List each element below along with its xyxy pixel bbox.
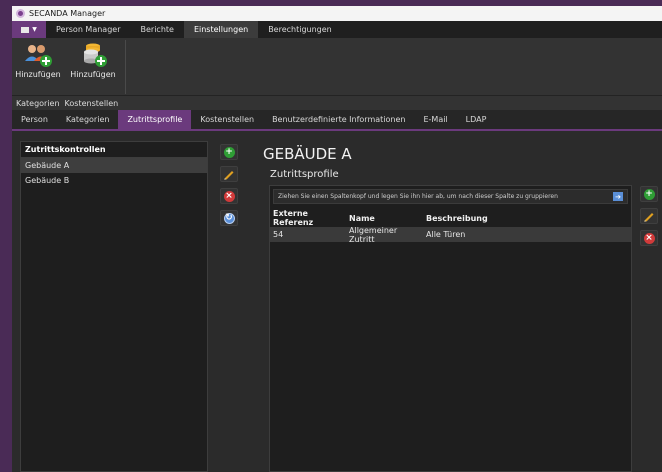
access-control-header: Zutrittskontrollen xyxy=(21,142,207,158)
column-header-name[interactable]: Name xyxy=(346,211,423,225)
cell-name: Allgemeiner Zutritt xyxy=(349,225,398,244)
add-access-control-button[interactable]: + xyxy=(220,144,238,160)
group-hint-text: Ziehen Sie einen Spaltenkopf und legen S… xyxy=(278,193,558,200)
left-toolbar: + × ↻ xyxy=(220,144,238,226)
menu-bar: ▼ Person Manager Berichte Einstellungen … xyxy=(12,21,662,38)
page-title: GEBÄUDE A xyxy=(263,145,352,163)
app-logo-icon xyxy=(16,9,25,18)
section-title: Zutrittsprofile xyxy=(270,169,339,180)
window-title: SECANDA Manager xyxy=(29,9,106,18)
right-toolbar: + × xyxy=(640,186,658,246)
delete-access-control-button[interactable]: × xyxy=(220,188,238,204)
expand-arrow-icon[interactable]: ➔ xyxy=(613,192,623,201)
add-person-group-icon xyxy=(25,45,52,67)
table-row[interactable]: 54 Allgemeiner Zutritt Alle Türen xyxy=(270,225,631,244)
sync-access-control-button[interactable]: ↻ xyxy=(220,210,238,226)
delete-profile-button[interactable]: × xyxy=(640,230,658,246)
edit-access-control-button[interactable] xyxy=(220,166,238,182)
list-item-gebaeude-b[interactable]: Gebäude B xyxy=(21,173,207,188)
list-item-gebaeude-a[interactable]: Gebäude A xyxy=(21,158,207,173)
file-menu-button[interactable]: ▼ xyxy=(12,21,46,38)
column-header-externe-referenz[interactable]: Externe Referenz xyxy=(270,209,346,227)
close-icon: × xyxy=(223,190,235,202)
grid-header-row: Externe Referenz Name Beschreibung xyxy=(270,209,631,227)
content-area: Zutrittskontrollen Gebäude A Gebäude B +… xyxy=(12,133,662,472)
add-cost-center-icon xyxy=(84,43,107,67)
menu-person-manager[interactable]: Person Manager xyxy=(46,21,131,38)
tab-zutrittsprofile[interactable]: Zutrittsprofile xyxy=(118,110,192,129)
add-category-button[interactable]: Hinzufügen xyxy=(14,43,62,83)
tab-email[interactable]: E-Mail xyxy=(414,110,456,129)
add-category-label: Hinzufügen xyxy=(15,70,61,79)
column-header-beschreibung[interactable]: Beschreibung xyxy=(423,211,623,225)
pencil-icon xyxy=(644,213,654,222)
edit-profile-button[interactable] xyxy=(640,208,658,224)
cell-externe-referenz: 54 xyxy=(273,230,284,239)
plus-icon: + xyxy=(223,146,235,158)
ribbon-group-kostenstellen: Kostenstellen xyxy=(64,98,119,108)
ribbon-separator xyxy=(125,40,126,94)
tab-kategorien[interactable]: Kategorien xyxy=(57,110,119,129)
profiles-grid: Ziehen Sie einen Spaltenkopf und legen S… xyxy=(269,185,632,472)
chevron-down-icon: ▼ xyxy=(32,26,37,33)
tab-ldap[interactable]: LDAP xyxy=(457,110,496,129)
add-cost-center-label: Hinzufügen xyxy=(70,70,116,79)
tab-benutzerdefinierte-informationen[interactable]: Benutzerdefinierte Informationen xyxy=(263,110,414,129)
add-profile-button[interactable]: + xyxy=(640,186,658,202)
plus-icon: + xyxy=(643,188,655,200)
ribbon-group-labels: Kategorien Kostenstellen xyxy=(16,96,118,110)
title-bar: SECANDA Manager xyxy=(12,6,662,21)
tab-person[interactable]: Person xyxy=(12,110,57,129)
close-icon: × xyxy=(643,232,655,244)
group-by-panel[interactable]: Ziehen Sie einen Spaltenkopf und legen S… xyxy=(273,189,628,204)
menu-berichte[interactable]: Berichte xyxy=(131,21,184,38)
add-cost-center-button[interactable]: Hinzufügen xyxy=(69,43,117,83)
menu-einstellungen[interactable]: Einstellungen xyxy=(183,21,259,38)
pencil-icon xyxy=(224,171,234,180)
refresh-icon: ↻ xyxy=(223,212,235,224)
access-control-list: Zutrittskontrollen Gebäude A Gebäude B xyxy=(20,141,208,472)
cell-beschreibung: Alle Türen xyxy=(426,230,466,239)
settings-tabs: Person Kategorien Zutrittsprofile Kosten… xyxy=(12,110,662,131)
ribbon-group-kategorien: Kategorien xyxy=(16,98,60,108)
ribbon: Hinzufügen Hinzufügen xyxy=(12,38,662,96)
app-window: SECANDA Manager ▼ Person Manager Bericht… xyxy=(12,6,662,472)
tab-kostenstellen[interactable]: Kostenstellen xyxy=(191,110,263,129)
document-icon xyxy=(21,26,30,33)
menu-berechtigungen[interactable]: Berechtigungen xyxy=(258,21,342,38)
